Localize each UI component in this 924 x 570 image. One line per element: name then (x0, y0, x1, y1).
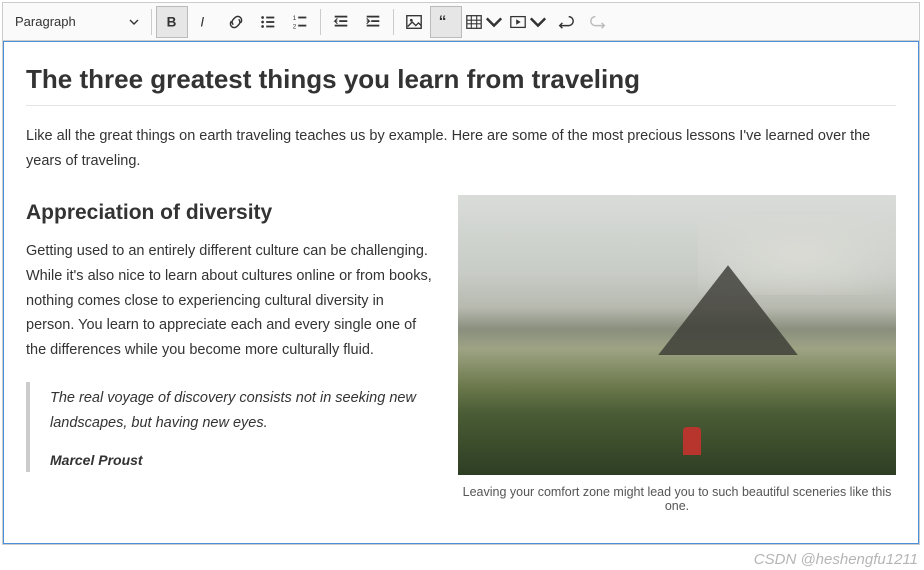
image-icon (405, 13, 423, 31)
chevron-down-icon (129, 17, 139, 27)
bulleted-list-button[interactable] (252, 6, 284, 38)
svg-text:“: “ (439, 13, 447, 30)
blockquote[interactable]: The real voyage of discovery consists no… (26, 382, 434, 471)
toolbar: Paragraph B I 12 “ (3, 3, 919, 41)
section-body[interactable]: Getting used to an entirely different cu… (26, 239, 434, 362)
outdent-icon (332, 13, 350, 31)
table-icon (465, 13, 483, 31)
chevron-down-icon (485, 13, 503, 31)
blockquote-button[interactable]: “ (430, 6, 462, 38)
link-button[interactable] (220, 6, 252, 38)
outdent-button[interactable] (325, 6, 357, 38)
left-column: Appreciation of diversity Getting used t… (26, 195, 434, 513)
document-title[interactable]: The three greatest things you learn from… (26, 64, 896, 106)
svg-text:2: 2 (293, 23, 297, 30)
redo-icon (589, 13, 607, 31)
indent-icon (364, 13, 382, 31)
toolbar-separator (151, 9, 152, 35)
section-heading[interactable]: Appreciation of diversity (26, 201, 434, 225)
watermark: CSDN @heshengfu1211 (754, 551, 918, 568)
heading-dropdown-label: Paragraph (15, 14, 76, 29)
table-button[interactable] (462, 6, 506, 38)
media-icon (509, 13, 527, 31)
chevron-down-icon (529, 13, 547, 31)
intro-paragraph[interactable]: Like all the great things on earth trave… (26, 124, 896, 173)
indent-button[interactable] (357, 6, 389, 38)
svg-text:I: I (200, 14, 204, 29)
bulleted-list-icon (259, 13, 277, 31)
quote-icon: “ (437, 13, 455, 31)
editor-container: Paragraph B I 12 “ The three greatest th… (2, 2, 920, 545)
media-button[interactable] (506, 6, 550, 38)
bold-button[interactable]: B (156, 6, 188, 38)
undo-button[interactable] (550, 6, 582, 38)
person-decoration (683, 427, 701, 455)
italic-button[interactable]: I (188, 6, 220, 38)
redo-button[interactable] (582, 6, 614, 38)
quote-text[interactable]: The real voyage of discovery consists no… (50, 386, 434, 435)
numbered-list-icon: 12 (291, 13, 309, 31)
bold-icon: B (163, 13, 181, 31)
toolbar-separator (320, 9, 321, 35)
link-icon (227, 13, 245, 31)
two-column-layout: Appreciation of diversity Getting used t… (26, 195, 896, 513)
heading-dropdown[interactable]: Paragraph (7, 7, 147, 37)
figure-caption[interactable]: Leaving your comfort zone might lead you… (458, 485, 896, 513)
svg-text:1: 1 (293, 15, 297, 22)
toolbar-separator (393, 9, 394, 35)
quote-author[interactable]: Marcel Proust (50, 452, 434, 468)
svg-text:B: B (167, 14, 177, 29)
italic-icon: I (195, 13, 213, 31)
editor-content[interactable]: The three greatest things you learn from… (3, 41, 919, 544)
figure: Leaving your comfort zone might lead you… (458, 195, 896, 513)
figure-image[interactable] (458, 195, 896, 475)
right-column: Leaving your comfort zone might lead you… (458, 195, 896, 513)
image-button[interactable] (398, 6, 430, 38)
numbered-list-button[interactable]: 12 (284, 6, 316, 38)
undo-icon (557, 13, 575, 31)
